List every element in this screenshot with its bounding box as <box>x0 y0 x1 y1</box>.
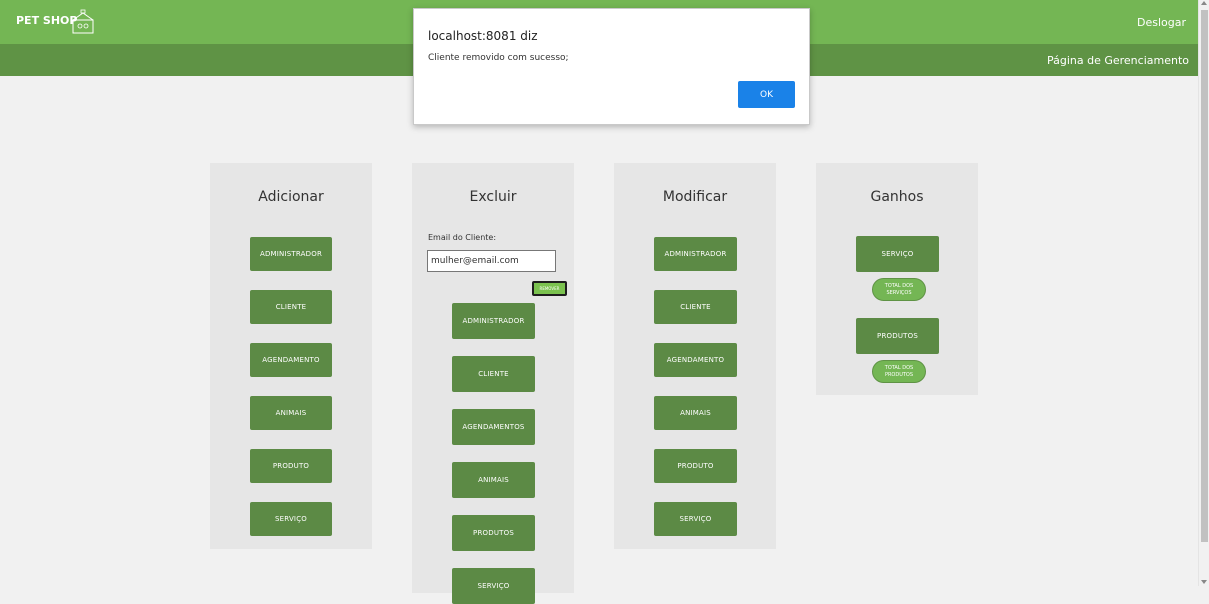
add-appointment-button[interactable]: AGENDAMENTO <box>250 343 332 377</box>
page-title: Página de Gerenciamento <box>1046 54 1189 67</box>
modify-client-button[interactable]: CLIENTE <box>654 290 737 324</box>
alert-dialog: localhost:8081 diz Cliente removido com … <box>413 8 810 125</box>
total-services-button[interactable]: TOTAL DOS SERVIÇOS <box>872 278 926 301</box>
dialog-message: Cliente removido com sucesso; <box>428 53 569 63</box>
page-scrollbar[interactable] <box>1198 0 1209 586</box>
delete-appointments-button[interactable]: AGENDAMENTOS <box>452 409 535 445</box>
earnings-service-button[interactable]: SERVIÇO <box>856 236 939 272</box>
logout-link[interactable]: Deslogar <box>1137 16 1186 29</box>
panel-earnings-title: Ganhos <box>870 189 924 205</box>
panel-add-title: Adicionar <box>258 189 324 205</box>
panel-modify-title: Modificar <box>662 189 728 205</box>
dialog-title: localhost:8081 diz <box>428 29 538 43</box>
panel-modify: Modificar ADMINISTRADOR CLIENTE AGENDAME… <box>614 163 776 549</box>
delete-products-button[interactable]: PRODUTOS <box>452 515 535 551</box>
scroll-down-arrow-icon[interactable] <box>1201 580 1207 584</box>
pet-shop-logo-icon <box>72 9 94 34</box>
modify-animals-button[interactable]: ANIMAIS <box>654 396 737 430</box>
modify-service-button[interactable]: SERVIÇO <box>654 502 737 536</box>
add-administrator-button[interactable]: ADMINISTRADOR <box>250 237 332 271</box>
dialog-ok-button[interactable]: OK <box>738 81 795 108</box>
add-animals-button[interactable]: ANIMAIS <box>250 396 332 430</box>
modify-administrator-button[interactable]: ADMINISTRADOR <box>654 237 737 271</box>
panel-delete: Excluir Email do Cliente: mulher@email.c… <box>412 163 574 604</box>
earnings-products-button[interactable]: PRODUTOS <box>856 318 939 354</box>
delete-administrator-button[interactable]: ADMINISTRADOR <box>452 303 535 339</box>
modify-appointment-button[interactable]: AGENDAMENTO <box>654 343 737 377</box>
modify-product-button[interactable]: PRODUTO <box>654 449 737 483</box>
add-product-button[interactable]: PRODUTO <box>250 449 332 483</box>
delete-service-button[interactable]: SERVIÇO <box>452 568 535 604</box>
add-service-button[interactable]: SERVIÇO <box>250 502 332 536</box>
total-products-button[interactable]: TOTAL DOS PRODUTOS <box>872 360 926 383</box>
scroll-up-arrow-icon[interactable] <box>1201 1 1207 5</box>
delete-animals-button[interactable]: ANIMAIS <box>452 462 535 498</box>
scrollbar-thumb[interactable] <box>1201 10 1208 542</box>
panel-add: Adicionar ADMINISTRADOR CLIENTE AGENDAME… <box>210 163 372 549</box>
delete-client-button[interactable]: CLIENTE <box>452 356 535 392</box>
add-client-button[interactable]: CLIENTE <box>250 290 332 324</box>
panel-earnings: Ganhos SERVIÇO TOTAL DOS SERVIÇOS PRODUT… <box>816 163 978 395</box>
client-email-input[interactable]: mulher@email.com <box>427 250 556 272</box>
remove-button[interactable]: REMOVER <box>532 281 567 296</box>
email-label: Email do Cliente: <box>428 233 497 242</box>
panel-delete-title: Excluir <box>469 189 517 205</box>
brand-name[interactable]: PET SHOP <box>16 14 77 27</box>
